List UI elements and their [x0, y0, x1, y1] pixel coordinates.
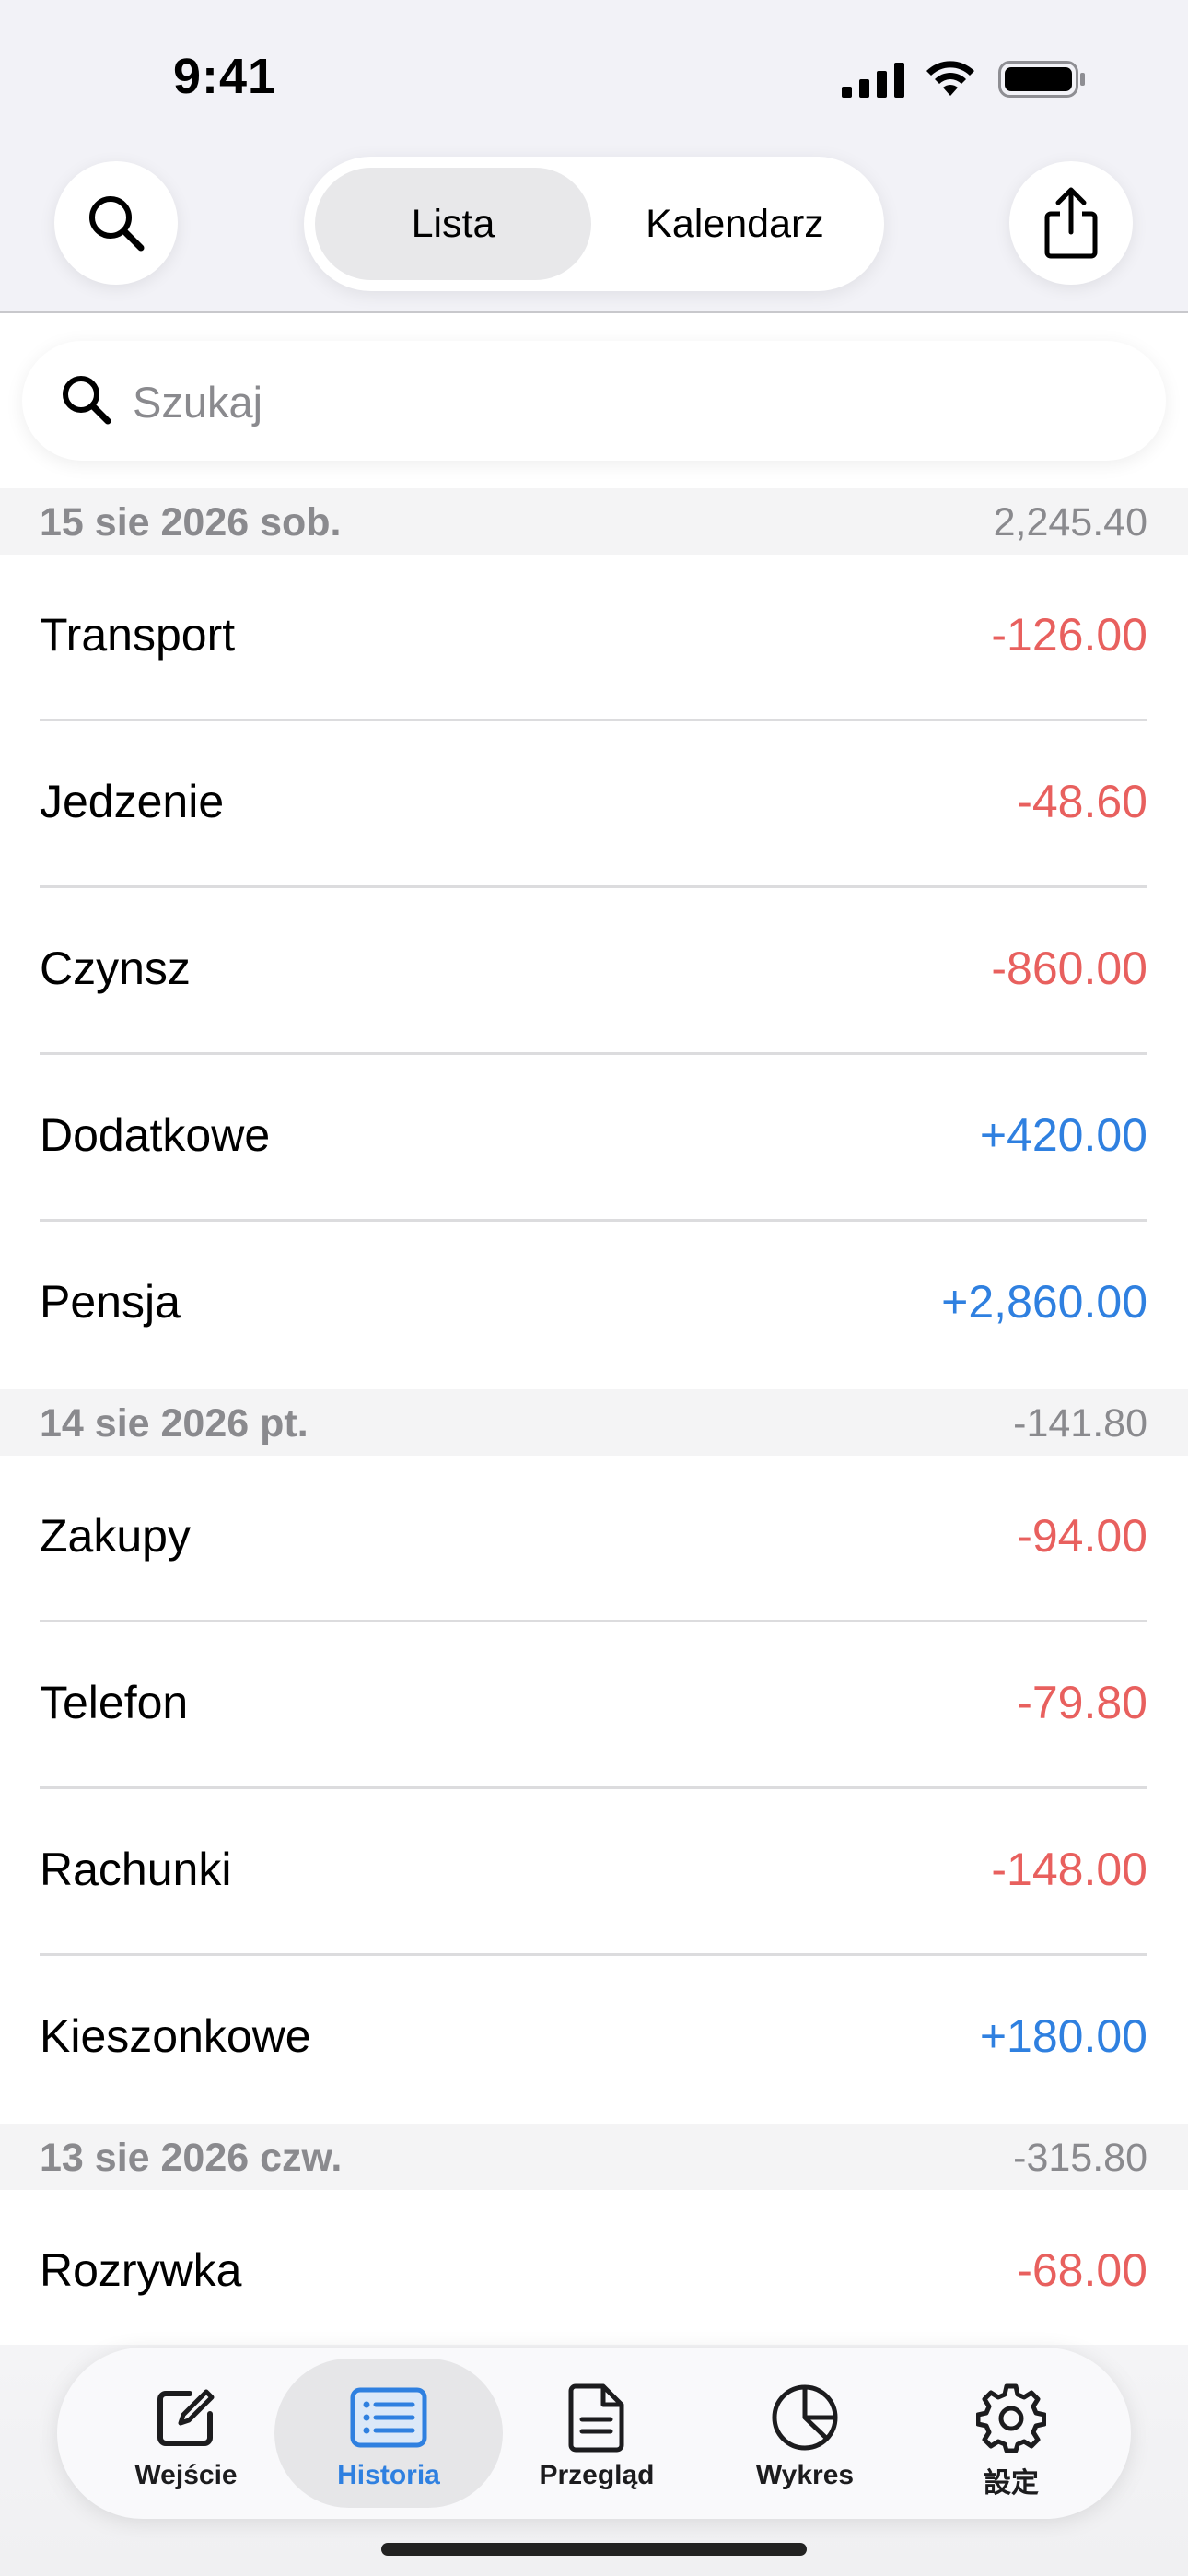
search-field-icon — [63, 376, 111, 425]
home-indicator — [381, 2543, 807, 2556]
transaction-amount: -148.00 — [991, 1844, 1147, 1895]
tab-label: 設定 — [984, 2468, 1039, 2499]
section-header: 13 sie 2026 czw. -315.80 — [0, 2124, 1188, 2190]
section-total: 2,245.40 — [993, 500, 1147, 544]
transaction-amount: -126.00 — [991, 609, 1147, 661]
transaction-category: Dodatkowe — [40, 1109, 271, 1161]
transaction-category: Pensja — [40, 1276, 181, 1328]
document-icon — [568, 2383, 624, 2453]
share-icon — [1044, 187, 1098, 259]
transaction-amount: -79.80 — [1017, 1677, 1147, 1728]
transaction-category: Czynsz — [40, 943, 191, 994]
transaction-amount: +180.00 — [979, 2010, 1147, 2062]
tab-bar: Wejście Historia Przegląd Wykres 設定 — [57, 2348, 1131, 2519]
list-icon — [350, 2387, 427, 2448]
section-total: -141.80 — [1013, 1401, 1147, 1446]
tab-wejscie[interactable]: Wejście — [83, 2359, 289, 2508]
transaction-category: Jedzenie — [40, 776, 225, 827]
tab-wykres[interactable]: Wykres — [702, 2359, 908, 2508]
transaction-category: Telefon — [40, 1677, 189, 1728]
section-header: 14 sie 2026 pt. -141.80 — [0, 1389, 1188, 1456]
transaction-amount: +420.00 — [979, 1109, 1147, 1161]
transaction-amount: -68.00 — [1017, 2244, 1147, 2296]
transaction-amount: +2,860.00 — [941, 1276, 1147, 1328]
transaction-row[interactable]: Czynsz -860.00 — [0, 888, 1188, 1055]
tab-label: Wykres — [755, 2460, 855, 2490]
transaction-category: Transport — [40, 609, 236, 661]
transaction-row[interactable]: Telefon -79.80 — [0, 1622, 1188, 1789]
transaction-row[interactable]: Zakupy -94.00 — [0, 1456, 1188, 1622]
status-bar: 9:41 — [0, 0, 1188, 157]
transaction-row[interactable]: Transport -126.00 — [0, 555, 1188, 721]
transaction-row[interactable]: Jedzenie -48.60 — [0, 721, 1188, 888]
transaction-row[interactable]: Kieszonkowe +180.00 — [0, 1956, 1188, 2124]
segment-lista[interactable]: Lista — [315, 168, 591, 280]
search-button[interactable] — [54, 161, 178, 285]
section-date: 13 sie 2026 czw. — [40, 2136, 343, 2180]
transaction-category: Rozrywka — [40, 2244, 242, 2296]
section-header: 15 sie 2026 sob. 2,245.40 — [0, 488, 1188, 555]
search-field[interactable] — [22, 341, 1166, 461]
transaction-row[interactable]: Rachunki -148.00 — [0, 1789, 1188, 1956]
segment-kalendarz[interactable]: Kalendarz — [597, 168, 873, 280]
transaction-row[interactable]: Rozrywka -68.00 — [0, 2190, 1188, 2357]
status-time: 9:41 — [173, 49, 277, 104]
view-segmented-control: Lista Kalendarz — [304, 157, 884, 291]
tab-label: Historia — [337, 2460, 440, 2490]
battery-icon — [998, 61, 1085, 98]
transaction-row[interactable]: Pensja +2,860.00 — [0, 1222, 1188, 1389]
header-divider — [0, 311, 1188, 313]
transaction-amount: -860.00 — [991, 943, 1147, 994]
transaction-category: Rachunki — [40, 1844, 232, 1895]
transaction-amount: -48.60 — [1017, 776, 1147, 827]
search-input[interactable] — [131, 369, 1129, 435]
compose-icon — [157, 2389, 215, 2446]
section-total: -315.80 — [1013, 2136, 1147, 2180]
transaction-amount: -94.00 — [1017, 1510, 1147, 1562]
wifi-icon — [926, 61, 974, 96]
transaction-list: 15 sie 2026 sob. 2,245.40 Transport -126… — [0, 488, 1188, 2357]
pie-chart-icon — [772, 2384, 838, 2451]
tab-settings[interactable]: 設定 — [908, 2359, 1114, 2508]
tab-historia[interactable]: Historia — [274, 2359, 503, 2508]
share-button[interactable] — [1009, 161, 1133, 285]
transaction-row[interactable]: Dodatkowe +420.00 — [0, 1055, 1188, 1222]
tab-label: Przegląd — [539, 2460, 655, 2490]
gear-icon — [976, 2383, 1046, 2453]
tab-label: Wejście — [134, 2460, 238, 2490]
tab-przeglad[interactable]: Przegląd — [494, 2359, 700, 2508]
search-icon — [89, 196, 145, 252]
cellular-signal-icon — [842, 63, 904, 98]
transaction-category: Kieszonkowe — [40, 2010, 311, 2062]
section-date: 15 sie 2026 sob. — [40, 500, 342, 544]
section-date: 14 sie 2026 pt. — [40, 1401, 309, 1446]
transaction-category: Zakupy — [40, 1510, 191, 1562]
